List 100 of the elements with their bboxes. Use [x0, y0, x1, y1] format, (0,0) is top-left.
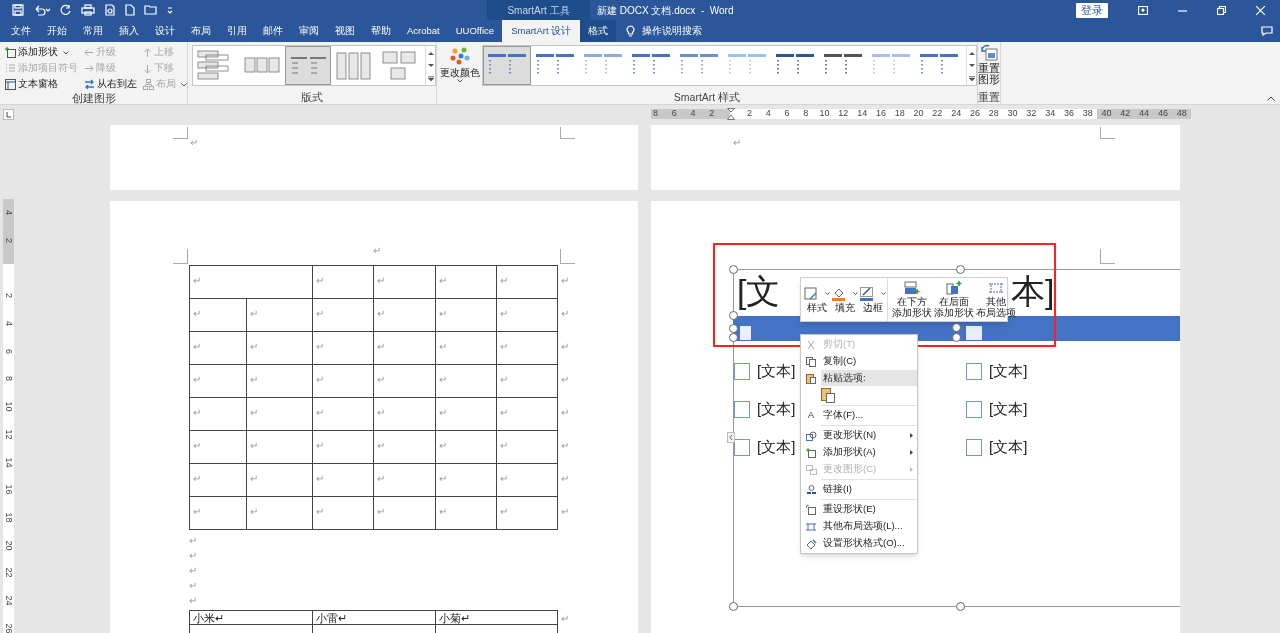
ribbon-tab[interactable]: 邮件 [255, 20, 291, 42]
restore-icon[interactable] [1217, 5, 1226, 15]
crop-mark [173, 249, 188, 264]
table-cell: 小米↵ [193, 612, 224, 624]
print-preview-icon[interactable] [104, 4, 116, 16]
ribbon-tab[interactable]: 帮助 [363, 20, 399, 42]
cell-mark: ↵ [377, 374, 385, 385]
ribbon-tab[interactable]: 审阅 [291, 20, 327, 42]
close-icon[interactable] [1256, 5, 1265, 15]
ruler-number: 12 [837, 109, 850, 119]
ruler-number: 18 [4, 512, 13, 523]
ribbon-tab[interactable]: 开始 [39, 20, 75, 42]
cell-mark: ↵ [250, 374, 258, 385]
ribbon-tab[interactable]: 布局 [183, 20, 219, 42]
ruler-number: 4 [764, 109, 772, 119]
cell-mark: ↵ [439, 440, 447, 451]
ruler-number: 14 [4, 457, 13, 468]
selection-handle[interactable] [729, 265, 738, 274]
cell-mark: ↵ [500, 275, 508, 286]
change-colors-button[interactable]: 更改颜色 [440, 45, 480, 91]
cell-mark: ↵ [316, 275, 324, 286]
selection-handle[interactable] [956, 265, 965, 274]
scissors-icon [806, 339, 816, 350]
hierarchy-icon [143, 79, 154, 90]
smartart-style-option[interactable] [483, 46, 531, 85]
ribbon-command[interactable]: 文本窗格 [5, 77, 78, 92]
smartart-item-text: [文本] [989, 362, 1028, 380]
ribbon-command[interactable]: 从右到左 [84, 77, 137, 92]
context-menu-item[interactable]: 设置形状格式(O)... [801, 535, 917, 552]
save-icon[interactable] [12, 4, 24, 16]
comment-icon[interactable] [1261, 26, 1273, 36]
crop-mark [1100, 127, 1115, 139]
ribbon-tab[interactable]: 引用 [219, 20, 255, 42]
redo-icon[interactable] [60, 4, 72, 16]
ribbon-tab[interactable]: 文件 [3, 20, 39, 42]
paragraph-mark: ↵ [189, 535, 197, 546]
layout-option[interactable] [285, 46, 331, 85]
tell-me-search[interactable]: 操作说明搜索 [642, 23, 703, 39]
paste-icon[interactable] [821, 387, 835, 403]
selection-handle[interactable] [956, 602, 965, 611]
customize-icon[interactable] [167, 6, 173, 14]
ribbon-tab[interactable]: 插入 [111, 20, 147, 42]
smartart-item-text: [文本] [757, 438, 796, 456]
ruler-number: 32 [1025, 109, 1038, 119]
undo-icon[interactable] [33, 4, 51, 16]
context-menu-item[interactable]: 链接(I) [801, 481, 917, 498]
ribbon-command[interactable]: 添加形状 [5, 45, 78, 60]
ruler-number: 30 [1006, 109, 1019, 119]
collapse-ribbon-icon[interactable] [1267, 96, 1275, 101]
mini-toolbar-button[interactable]: 在下方 添加形状 [887, 278, 933, 321]
context-menu-item[interactable]: A 字体(F)... [801, 407, 917, 424]
login-button[interactable]: 登录 [1076, 2, 1108, 18]
ribbon-tab[interactable]: UUOffice [447, 20, 503, 42]
contextual-tab-group-label: SmartArt 工具 [487, 0, 590, 20]
open-folder-icon[interactable] [144, 4, 158, 16]
ribbon-tab[interactable]: Acrobat [399, 20, 448, 42]
ruler-number: 40 [1100, 109, 1113, 119]
ribbon-tab[interactable]: 设计 [147, 20, 183, 42]
reset-graphic-button[interactable]: 重置 图形 [978, 42, 1000, 91]
mini-toolbar-button[interactable]: 填充 [831, 278, 859, 321]
paragraph-mark: ↵ [189, 595, 197, 606]
paragraph-mark: ↵ [373, 245, 381, 256]
paragraph-mark: ↵ [190, 137, 198, 148]
context-menu-item[interactable]: 其他布局选项(L)... [801, 518, 917, 535]
collapse-pane-icon[interactable] [727, 432, 735, 443]
smartart-title-text: 本] [1011, 271, 1055, 310]
ruler-number: 44 [1138, 109, 1151, 119]
context-menu-item[interactable]: 更改形状(N) [801, 427, 917, 444]
context-menu-item[interactable]: 添加形状(A) [801, 444, 917, 461]
mini-toolbar-button[interactable]: 边框 [859, 278, 887, 321]
ruler-number: 22 [4, 567, 13, 578]
cell-mark: ↵ [439, 506, 447, 517]
shape-square [740, 326, 751, 340]
mini-toolbar-button[interactable]: 样式 [803, 278, 831, 321]
ribbon-display-icon[interactable] [1138, 5, 1148, 15]
context-menu-item[interactable]: 复制(C) [801, 353, 917, 370]
ribbon-tab[interactable]: 视图 [327, 20, 363, 42]
row-end-mark: ↵ [561, 472, 569, 484]
ribbon-tab[interactable]: SmartArt 设计 [502, 20, 581, 42]
context-menu-item[interactable]: 重设形状(E) [801, 501, 917, 518]
crop-mark [1100, 249, 1115, 264]
selection-handle[interactable] [729, 602, 738, 611]
cell-mark: ↵ [316, 341, 324, 352]
arrow-down-icon [143, 63, 152, 74]
cell-mark: ↵ [439, 407, 447, 418]
change-shape-icon [805, 430, 817, 441]
cell-mark: ↵ [316, 506, 324, 517]
link-icon [805, 484, 817, 495]
bullet-list-icon [5, 63, 16, 74]
ribbon-tab[interactable]: 格式 [580, 20, 617, 42]
new-document-icon[interactable] [125, 4, 135, 16]
mini-toolbar-button[interactable]: 在后面 添加形状 [933, 278, 975, 321]
swap-arrows-icon [84, 79, 95, 90]
tab-selector-icon[interactable] [3, 108, 14, 120]
row-end-mark: ↵ [561, 613, 569, 624]
cell-mark: ↵ [250, 506, 258, 517]
printer-icon[interactable] [81, 4, 95, 16]
cell-mark: ↵ [193, 407, 201, 418]
ribbon-tab[interactable]: 常用 [75, 20, 111, 42]
ruler-number: 38 [1081, 109, 1094, 119]
